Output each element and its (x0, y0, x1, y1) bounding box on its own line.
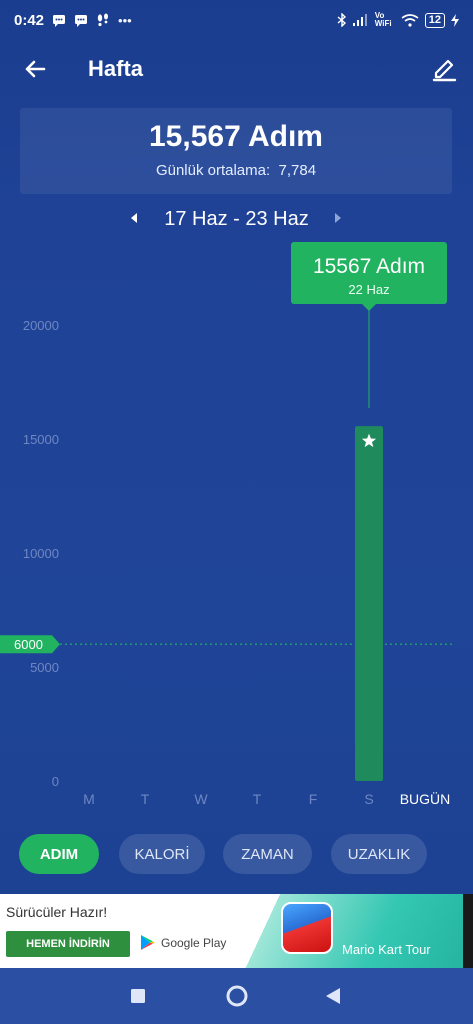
y-tick-label: 5000 (30, 660, 59, 675)
daily-average: Günlük ortalama: 7,784 (20, 162, 452, 179)
google-play-label: Google Play (161, 935, 227, 950)
recents-square-icon[interactable] (130, 988, 146, 1004)
summary-card: 15,567 Adım Günlük ortalama: 7,784 (20, 108, 452, 194)
x-label: S (364, 791, 373, 807)
daily-average-label: Günlük ortalama: (155, 162, 271, 179)
message-icon (53, 14, 66, 27)
top-app-bar: Hafta (0, 44, 473, 96)
bluetooth-icon (337, 13, 346, 27)
next-week-icon[interactable] (330, 211, 344, 225)
pencil-icon[interactable] (429, 53, 459, 83)
message-icon (75, 14, 88, 27)
tooltip-title: 15567 Adım (313, 255, 425, 278)
tooltip-subtitle: 22 Haz (348, 282, 389, 297)
tab-steps[interactable]: ADIM (19, 834, 99, 874)
steps-chart-svg: 0 5000 10000 15000 20000 6000 M T W T F S BUGÜN 15567… (0, 242, 455, 807)
ad-app-name: Mario Kart Tour (342, 942, 431, 957)
bar (355, 426, 383, 781)
y-tick-label: 10000 (23, 546, 59, 561)
charging-icon (451, 13, 459, 27)
home-circle-icon[interactable] (225, 984, 249, 1008)
tab-time[interactable]: ZAMAN (223, 834, 312, 874)
page-title: Hafta (88, 56, 144, 81)
wifi-icon (401, 13, 419, 27)
goal-label: 6000 (14, 637, 43, 652)
x-label: T (253, 791, 262, 807)
y-tick-label: 15000 (23, 432, 59, 447)
signal-icon (352, 14, 367, 26)
system-nav-bar (0, 968, 473, 1024)
status-time: 0:42 (14, 11, 45, 29)
ad-headline: Sürücüler Hazır! (6, 904, 108, 920)
y-tick-label: 20000 (23, 318, 59, 333)
x-label-today: BUGÜN (400, 790, 451, 807)
x-label: T (141, 791, 150, 807)
x-label: M (83, 791, 95, 807)
google-play-badge[interactable]: Google Play (140, 934, 226, 951)
daily-average-value: 7,784 (278, 162, 317, 179)
total-steps: 15,567 Adım (149, 120, 323, 153)
arrow-left-icon[interactable] (20, 54, 50, 84)
tab-distance[interactable]: UZAKLIK (331, 834, 427, 874)
previous-week-icon[interactable] (128, 211, 142, 225)
more-dots-icon: ••• (118, 12, 132, 28)
metric-tabs: ADIM KALORİ ZAMAN UZAKLIK (0, 834, 473, 878)
x-label: F (309, 791, 318, 807)
google-play-icon (141, 935, 155, 950)
vowifi-label: Vo WiFi (374, 11, 392, 28)
date-navigator: 17 Haz - 23 Haz (0, 202, 473, 236)
status-bar: 0:42 ••• Vo WiFi 12 (0, 0, 473, 40)
date-range: 17 Haz - 23 Haz (164, 207, 309, 230)
y-tick-label: 0 (52, 774, 59, 789)
footsteps-icon (97, 13, 109, 27)
steps-chart: 0 5000 10000 15000 20000 6000 M T W T F S BUGÜN 15567… (0, 240, 473, 820)
mario-kart-app-icon (281, 902, 333, 954)
back-triangle-icon[interactable] (325, 987, 341, 1005)
ad-install-button[interactable]: HEMEN İNDİRİN (6, 931, 130, 957)
tab-calories[interactable]: KALORİ (119, 834, 205, 874)
tooltip-pointer (362, 304, 376, 311)
battery-indicator: 12 (424, 12, 445, 28)
ad-edge (463, 894, 473, 968)
ad-banner[interactable]: Sürücüler Hazır! HEMEN İNDİRİN Google Pl… (0, 894, 473, 968)
x-label: W (194, 791, 208, 807)
